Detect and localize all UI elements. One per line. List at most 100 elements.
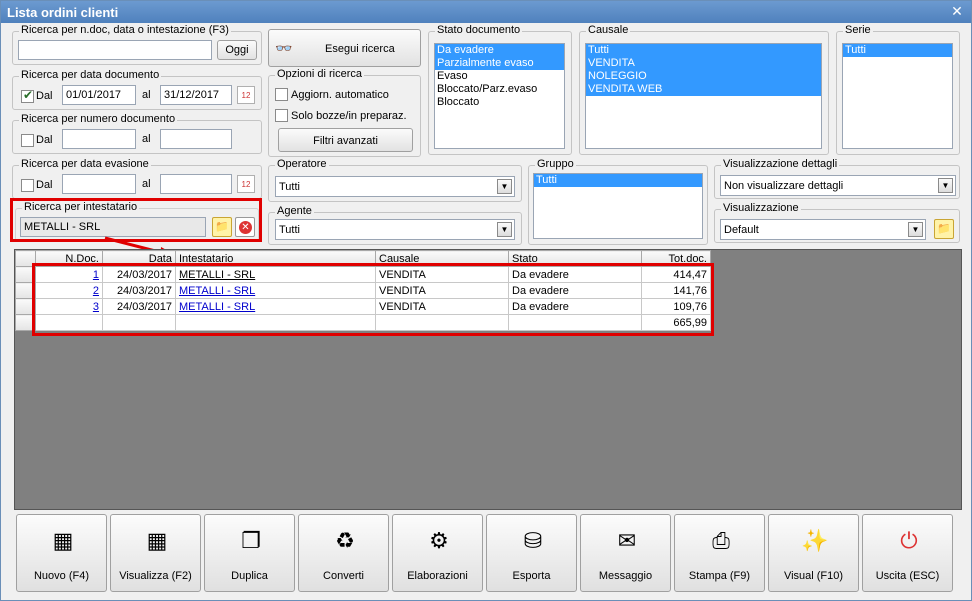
aggiorn-checkbox[interactable] bbox=[275, 88, 288, 101]
oggi-button[interactable]: Oggi bbox=[217, 40, 257, 60]
filtri-avanzati-button[interactable]: Filtri avanzati bbox=[278, 128, 413, 152]
causale-list[interactable]: Tutti VENDITA NOLEGGIO VENDITA WEB bbox=[585, 43, 822, 149]
stato-item[interactable]: Da evadere bbox=[435, 44, 564, 57]
messaggio-label: Messaggio bbox=[598, 570, 653, 582]
causale-label: Causale bbox=[586, 24, 631, 36]
nuovo-label: Nuovo (F4) bbox=[33, 570, 90, 582]
data-eva-from[interactable] bbox=[62, 174, 136, 194]
chevron-down-icon[interactable]: ▼ bbox=[908, 222, 923, 237]
causale-item[interactable]: Tutti bbox=[586, 44, 821, 57]
serie-item[interactable]: Tutti bbox=[843, 44, 952, 57]
stato-item[interactable]: Evaso bbox=[435, 70, 564, 83]
operatore-value: Tutti bbox=[279, 181, 300, 193]
data-doc-label: Ricerca per data documento bbox=[19, 69, 162, 81]
num-doc-group: Ricerca per numero documento Dal al bbox=[12, 113, 262, 154]
gruppo-label: Gruppo bbox=[535, 158, 576, 170]
data-eva-label: Ricerca per data evasione bbox=[19, 158, 151, 170]
operatore-label: Operatore bbox=[275, 158, 329, 170]
num-doc-label: Ricerca per numero documento bbox=[19, 113, 178, 125]
data-eva-al: al bbox=[142, 178, 151, 190]
folder-icon[interactable]: 📁 bbox=[934, 219, 954, 239]
causale-item[interactable]: VENDITA bbox=[586, 57, 821, 70]
num-doc-from[interactable] bbox=[62, 129, 136, 149]
calendar-icon[interactable]: 12 bbox=[237, 175, 255, 193]
num-doc-checkbox[interactable] bbox=[21, 134, 34, 147]
agente-select[interactable]: Tutti ▼ bbox=[275, 219, 515, 240]
causale-item[interactable]: VENDITA WEB bbox=[586, 83, 821, 96]
gruppo-item[interactable]: Tutti bbox=[534, 174, 702, 187]
causale-item[interactable]: NOLEGGIO bbox=[586, 70, 821, 83]
gear-document-icon: ⚙ bbox=[429, 528, 449, 553]
chevron-down-icon[interactable]: ▼ bbox=[938, 178, 953, 193]
num-doc-dal: Dal bbox=[36, 134, 53, 146]
stato-group: Stato documento Da evadere Parzialmente e… bbox=[428, 24, 572, 155]
uscita-label: Uscita (ESC) bbox=[875, 570, 940, 582]
data-doc-dal: Dal bbox=[36, 90, 53, 102]
messaggio-button[interactable]: ✉ Messaggio bbox=[580, 514, 671, 592]
aggiorn-label: Aggiorn. automatico bbox=[291, 89, 389, 101]
data-doc-to[interactable]: 31/12/2017 bbox=[160, 85, 232, 105]
opzioni-group: Opzioni di ricerca Aggiorn. automatico S… bbox=[268, 68, 421, 157]
stato-label: Stato documento bbox=[435, 24, 523, 36]
serie-label: Serie bbox=[843, 24, 873, 36]
stampa-button[interactable]: ⎙ Stampa (F9) bbox=[674, 514, 765, 592]
calendar-icon[interactable]: 12 bbox=[237, 86, 255, 104]
binoculars-icon: 👓 bbox=[275, 40, 293, 56]
close-icon[interactable]: ✕ bbox=[949, 3, 965, 20]
agente-label: Agente bbox=[275, 205, 314, 217]
uscita-button[interactable]: ⏻ Uscita (ESC) bbox=[862, 514, 953, 592]
window-title: Lista ordini clienti bbox=[1, 1, 971, 23]
data-eva-to[interactable] bbox=[160, 174, 232, 194]
visualizzazione-value: Default bbox=[724, 224, 759, 236]
envelope-icon: ✉ bbox=[617, 528, 637, 553]
visualizzazione-select[interactable]: Default ▼ bbox=[720, 219, 926, 240]
esegui-ricerca-label: Esegui ricerca bbox=[325, 43, 395, 55]
serie-list[interactable]: Tutti bbox=[842, 43, 953, 149]
visualizzazione-group: Visualizzazione Default ▼ 📁 bbox=[714, 202, 960, 243]
search-doc-label: Ricerca per n.doc, data o intestazione (… bbox=[19, 24, 231, 36]
solo-bozze-checkbox[interactable] bbox=[275, 109, 288, 122]
agente-value: Tutti bbox=[279, 224, 300, 236]
stampa-label: Stampa (F9) bbox=[688, 570, 751, 582]
num-doc-to[interactable] bbox=[160, 129, 232, 149]
visual-button[interactable]: ✨ Visual (F10) bbox=[768, 514, 859, 592]
stato-list[interactable]: Da evadere Parzialmente evaso Evaso Bloccat… bbox=[434, 43, 565, 149]
vis-dettagli-value: Non visualizzare dettagli bbox=[724, 180, 844, 192]
gruppo-list[interactable]: Tutti bbox=[533, 173, 703, 239]
esporta-button[interactable]: ⛁ Esporta bbox=[486, 514, 577, 592]
visualizza-button[interactable]: ▦ Visualizza (F2) bbox=[110, 514, 201, 592]
stato-item[interactable]: Bloccato bbox=[435, 96, 564, 109]
opzioni-label: Opzioni di ricerca bbox=[275, 68, 364, 80]
search-doc-input[interactable] bbox=[18, 40, 212, 60]
converti-label: Converti bbox=[323, 570, 364, 582]
data-doc-checkbox[interactable] bbox=[21, 88, 34, 103]
operatore-select[interactable]: Tutti ▼ bbox=[275, 176, 515, 197]
num-doc-al: al bbox=[142, 133, 151, 145]
esegui-ricerca-button[interactable]: 👓 Esegui ricerca bbox=[268, 29, 421, 67]
duplica-button[interactable]: ❐ Duplica bbox=[204, 514, 295, 592]
solo-bozze-label: Solo bozze/in preparaz. bbox=[291, 110, 407, 122]
elaborazioni-button[interactable]: ⚙ Elaborazioni bbox=[392, 514, 483, 592]
esporta-label: Esporta bbox=[512, 570, 551, 582]
data-doc-from[interactable]: 01/01/2017 bbox=[62, 85, 136, 105]
stato-item[interactable]: Parzialmente evaso bbox=[435, 57, 564, 70]
converti-button[interactable]: ♻ Converti bbox=[298, 514, 389, 592]
chevron-down-icon[interactable]: ▼ bbox=[497, 179, 512, 194]
data-doc-al: al bbox=[142, 89, 151, 101]
data-eva-group: Ricerca per data evasione Dal al 12 bbox=[12, 158, 262, 199]
convert-icon: ♻ bbox=[335, 528, 355, 553]
search-doc-group: Ricerca per n.doc, data o intestazione (… bbox=[12, 24, 262, 65]
duplica-label: Duplica bbox=[231, 570, 268, 582]
visualizzazione-label: Visualizzazione bbox=[721, 202, 801, 214]
visualizza-label: Visualizza (F2) bbox=[119, 570, 192, 582]
causale-group: Causale Tutti VENDITA NOLEGGIO VENDITA WEB bbox=[579, 24, 829, 155]
serie-group: Serie Tutti bbox=[836, 24, 960, 155]
highlight-table bbox=[32, 263, 714, 336]
data-eva-checkbox[interactable] bbox=[21, 179, 34, 192]
database-export-icon: ⛁ bbox=[523, 528, 543, 553]
vis-dettagli-select[interactable]: Non visualizzare dettagli ▼ bbox=[720, 175, 956, 196]
nuovo-button[interactable]: ▦ Nuovo (F4) bbox=[16, 514, 107, 592]
elaborazioni-label: Elaborazioni bbox=[407, 570, 468, 582]
stato-item[interactable]: Bloccato/Parz.evaso bbox=[435, 83, 564, 96]
chevron-down-icon[interactable]: ▼ bbox=[497, 222, 512, 237]
